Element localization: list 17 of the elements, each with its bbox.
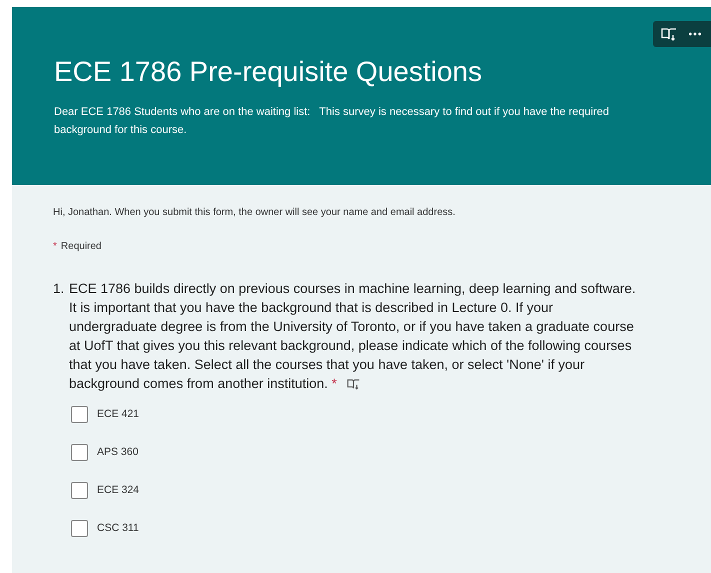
question-text: ECE 1786 builds directly on previous courses in machine learning, deep learning and software. It is important that you have the background that is described in Lecture 0. If your undergraduate degree is from the University of Toronto, or if you have taken a graduate course at UofT that gives you this relevant background, please indicate which of the following courses that you have taken. Select all the courses that you have taken, or select 'None' if your background comes from another institution. *	[69, 280, 637, 393]
question-number: 1.	[53, 280, 66, 298]
immersive-reader-icon[interactable]	[661, 27, 677, 41]
option-label: ECE 324	[97, 482, 140, 498]
checkbox[interactable]	[71, 482, 88, 499]
checkbox[interactable]	[71, 520, 88, 537]
required-asterisk: *	[53, 240, 57, 254]
immersive-reader-icon[interactable]	[346, 378, 360, 390]
form-title: ECE 1786 Pre-requisite Questions	[54, 55, 483, 89]
checkbox[interactable]	[71, 444, 88, 461]
option-label: CSC 311	[97, 520, 139, 536]
option-label: ECE 421	[97, 406, 140, 422]
notice-text: Hi, Jonathan. When you submit this form, the owner will see your name and email address.	[53, 206, 456, 220]
option-label: APS 360	[97, 444, 138, 460]
form-description: Dear ECE 1786 Students who are on the waiting list: This survey is necessary to find out if you have the required background for this course.	[54, 105, 610, 138]
checkbox[interactable]	[71, 406, 88, 423]
required-label: Required	[60, 240, 102, 254]
